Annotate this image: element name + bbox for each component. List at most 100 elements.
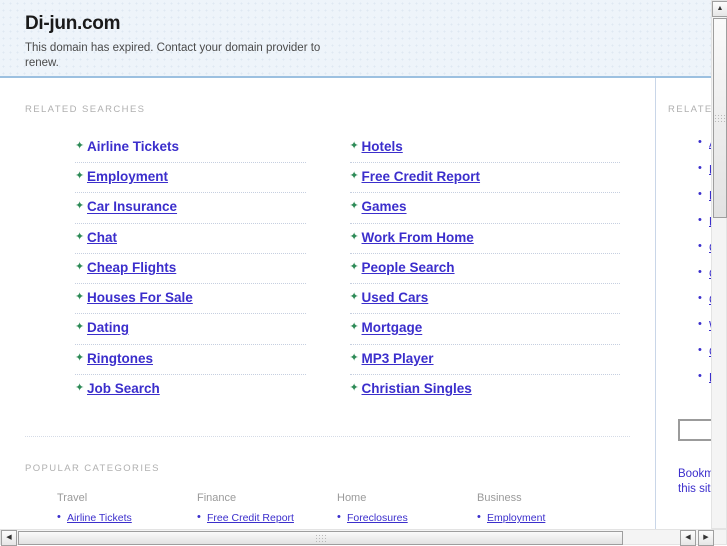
list-item[interactable]: •Games: [698, 261, 711, 287]
list-item[interactable]: •Cheap Flights: [698, 339, 711, 365]
expiry-message: This domain has expired. Contact your do…: [25, 41, 325, 71]
category-link[interactable]: Employment: [487, 512, 545, 524]
scroll-left-button[interactable]: ◀: [680, 530, 696, 546]
horizontal-scrollbar[interactable]: ◀ ◀ ▶: [0, 529, 727, 545]
arrow-bullet-icon: ✦: [350, 228, 362, 246]
expired-domain-header: Di-jun.com This domain has expired. Cont…: [0, 0, 711, 78]
arrow-bullet-icon: ✦: [75, 137, 87, 155]
related-link[interactable]: MP3 Player: [362, 351, 434, 366]
list-item[interactable]: ✦People Search: [350, 254, 621, 284]
list-item[interactable]: ✦Games: [350, 193, 621, 223]
scroll-left-button-start[interactable]: ◀: [1, 530, 17, 546]
related-link[interactable]: Christian Singles: [362, 381, 472, 396]
main-column: RELATED SEARCHES ✦Airline Tickets ✦Emplo…: [0, 78, 655, 529]
related-link[interactable]: Hotels: [362, 139, 403, 154]
list-item[interactable]: •Car Insurance: [698, 235, 711, 261]
category-column-travel: Travel •Airline Tickets •Hotels •Car Ren…: [57, 492, 197, 529]
dot-bullet-icon: •: [698, 364, 709, 389]
list-item[interactable]: •Hotels: [698, 157, 711, 183]
arrow-bullet-icon: ✦: [75, 349, 87, 367]
list-item[interactable]: •Airline Tickets: [698, 131, 711, 157]
category-column-business: Business •Employment •Work From Home •Ru…: [477, 492, 617, 529]
related-link[interactable]: Free Credit Report: [362, 169, 481, 184]
dot-bullet-icon: •: [337, 509, 347, 526]
list-item[interactable]: ✦Employment: [75, 163, 306, 193]
arrow-bullet-icon: ✦: [350, 258, 362, 276]
list-item[interactable]: ✦Used Cars: [350, 284, 621, 314]
list-item[interactable]: ✦Car Insurance: [75, 193, 306, 223]
list-item[interactable]: ✦Airline Tickets: [75, 133, 306, 163]
related-link[interactable]: Games: [362, 200, 407, 215]
category-title: Finance: [197, 492, 325, 504]
category-link[interactable]: Free Credit Report: [207, 512, 294, 524]
related-link[interactable]: Cheap Flights: [87, 260, 176, 275]
browser-viewport: Di-jun.com This domain has expired. Cont…: [0, 0, 711, 529]
list-item[interactable]: ✦Ringtones: [75, 345, 306, 375]
related-searches-heading: RELATED SEARCHES: [25, 78, 630, 119]
related-link[interactable]: Houses For Sale: [87, 290, 193, 305]
sidebar-search-input[interactable]: [678, 419, 711, 441]
list-item[interactable]: ✦MP3 Player: [350, 345, 621, 375]
vertical-scrollbar[interactable]: ▲: [711, 0, 727, 529]
list-item[interactable]: •Employment: [477, 510, 605, 527]
list-item[interactable]: ✦Dating: [75, 314, 306, 344]
bookmark-link[interactable]: Bookmark: [678, 468, 711, 480]
list-item[interactable]: •Free Credit Report: [197, 510, 325, 527]
list-item[interactable]: ✦Cheap Flights: [75, 254, 306, 284]
related-searches-list: ✦Airline Tickets ✦Employment ✦Car Insura…: [25, 119, 630, 404]
related-link[interactable]: Dating: [87, 321, 129, 336]
bookmark-sub-link[interactable]: this site: [678, 483, 711, 495]
related-link[interactable]: Car Insurance: [87, 200, 177, 215]
vertical-scrollbar-thumb[interactable]: [713, 18, 727, 218]
arrow-bullet-icon: ✦: [75, 228, 87, 246]
category-link[interactable]: Airline Tickets: [67, 512, 132, 524]
list-item[interactable]: •Work From Home: [698, 313, 711, 339]
list-item[interactable]: •Free Credit Report: [698, 209, 711, 235]
list-item[interactable]: •Employment: [698, 183, 711, 209]
list-item[interactable]: ✦Houses For Sale: [75, 284, 306, 314]
related-link[interactable]: Job Search: [87, 381, 160, 396]
arrow-bullet-icon: ✦: [75, 197, 87, 215]
related-link[interactable]: People Search: [362, 260, 455, 275]
related-link[interactable]: Chat: [87, 230, 117, 245]
arrow-bullet-icon: ✦: [75, 318, 87, 336]
list-item[interactable]: ✦Christian Singles: [350, 375, 621, 404]
related-link[interactable]: Airline Tickets: [87, 139, 179, 154]
list-item[interactable]: •Airline Tickets: [57, 510, 185, 527]
scroll-up-button[interactable]: ▲: [712, 1, 727, 17]
related-link[interactable]: Work From Home: [362, 230, 474, 245]
list-item[interactable]: ✦Chat: [75, 224, 306, 254]
category-title: Home: [337, 492, 465, 504]
dot-bullet-icon: •: [197, 509, 207, 526]
category-title: Travel: [57, 492, 185, 504]
arrow-bullet-icon: ✦: [350, 318, 362, 336]
sidebar: RELATED •Airline Tickets •Hotels •Employ…: [655, 78, 711, 529]
list-item[interactable]: ✦Mortgage: [350, 314, 621, 344]
scrollbar-grip-icon: [315, 534, 327, 542]
sidebar-related-list: •Airline Tickets •Hotels •Employment •Fr…: [668, 119, 711, 391]
dot-bullet-icon: •: [698, 338, 709, 363]
horizontal-scrollbar-thumb[interactable]: [18, 531, 623, 545]
scroll-right-button[interactable]: ▶: [698, 530, 714, 546]
category-link[interactable]: Foreclosures: [347, 512, 408, 524]
arrow-bullet-icon: ✦: [350, 137, 362, 155]
arrow-bullet-icon: ✦: [75, 167, 87, 185]
category-column-finance: Finance •Free Credit Report •Online Paym…: [197, 492, 337, 529]
page-title: Di-jun.com: [25, 13, 711, 35]
category-title: Business: [477, 492, 605, 504]
dot-bullet-icon: •: [477, 509, 487, 526]
related-link[interactable]: Employment: [87, 169, 168, 184]
list-item[interactable]: ✦Hotels: [350, 133, 621, 163]
list-item[interactable]: ✦Job Search: [75, 375, 306, 404]
list-item[interactable]: ✦Work From Home: [350, 224, 621, 254]
list-item[interactable]: •Foreclosures: [337, 510, 465, 527]
dot-bullet-icon: •: [698, 234, 709, 259]
arrow-bullet-icon: ✦: [350, 349, 362, 367]
related-link[interactable]: Ringtones: [87, 351, 153, 366]
related-searches-column-left: ✦Airline Tickets ✦Employment ✦Car Insura…: [25, 133, 328, 404]
list-item[interactable]: ✦Free Credit Report: [350, 163, 621, 193]
list-item[interactable]: •People Search: [698, 365, 711, 391]
related-link[interactable]: Mortgage: [362, 321, 423, 336]
related-link[interactable]: Used Cars: [362, 290, 429, 305]
list-item[interactable]: •Chat: [698, 287, 711, 313]
